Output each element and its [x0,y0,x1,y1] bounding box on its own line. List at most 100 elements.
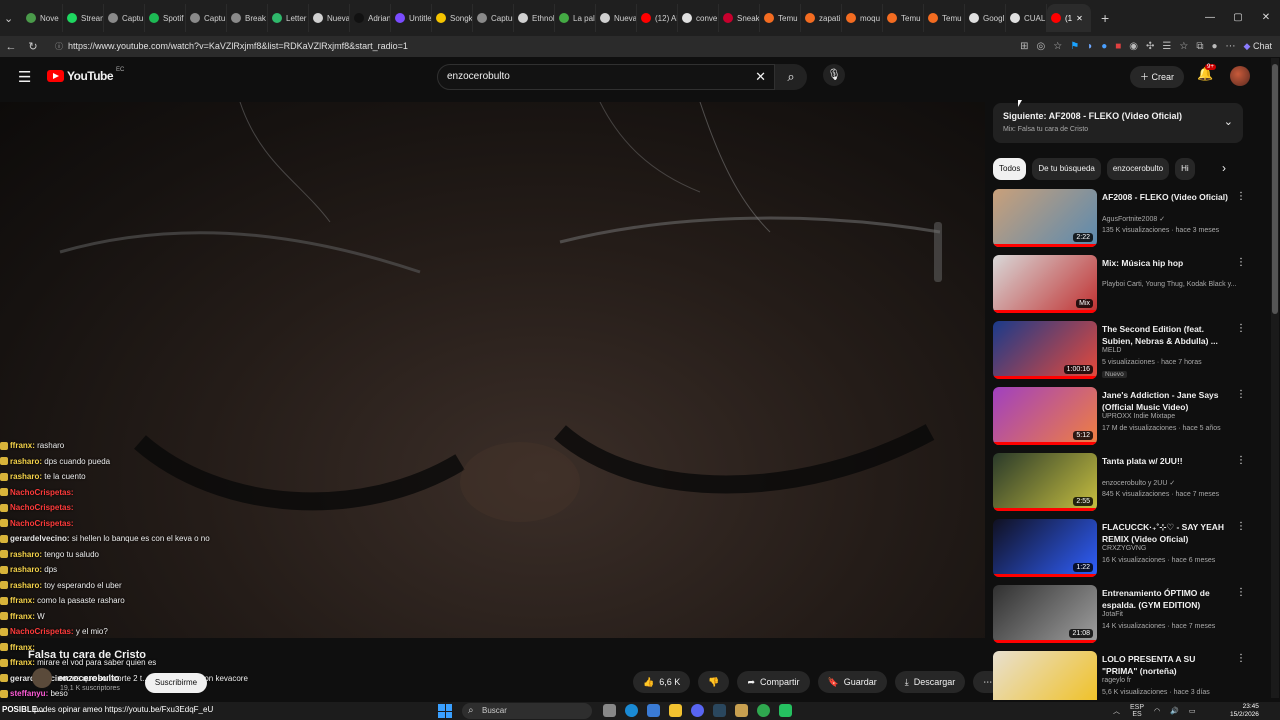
voice-search-button[interactable]: 🎙 [823,64,845,86]
system-clock[interactable]: 23:45 15/2/2026 [1230,703,1259,719]
browser-tab[interactable]: Spotif [145,4,186,32]
browser-tab[interactable]: Nueva [596,4,637,32]
tracking-icon[interactable]: ◎ [1036,41,1045,52]
browser-tab[interactable]: Adrian [350,4,391,32]
like-button[interactable]: 👍 6,6 K [633,671,691,693]
search-input[interactable]: enzocerobulto [447,71,510,82]
subscribe-button[interactable]: Suscribirme [145,673,207,693]
install-app-icon[interactable]: ⊞ [1020,41,1028,52]
file-explorer-icon[interactable] [669,704,682,717]
channel-name[interactable]: enzocerobulto [58,673,120,683]
recommendation-item[interactable]: 2:55 Tanta plata w/ 2UU!! enzocerobulto y … [993,453,1248,519]
favorites-icon[interactable]: ☆ [1179,41,1188,52]
recommendation-item[interactable]: Mix Mix: Música hip hop Playboi Carti, You… [993,255,1248,321]
browser-tab[interactable]: Temu [924,4,965,32]
browser-tab[interactable]: (1 ✕ [1047,4,1091,32]
recommendation-channel[interactable]: JotaFit [1102,611,1123,618]
channel-avatar[interactable] [32,668,52,688]
create-button[interactable]: ＋ Crear [1130,66,1184,88]
close-window-icon[interactable]: ✕ [1252,0,1280,36]
account-avatar-icon[interactable]: ● [1212,41,1218,52]
url-field[interactable]: https://www.youtube.com/watch?v=KaVZlRxj… [52,37,952,56]
more-vertical-icon[interactable]: ⋮ [1236,323,1246,334]
lol-icon[interactable] [735,704,748,717]
browser-tab[interactable]: Nove [22,4,63,32]
scrollbar-thumb[interactable] [1272,64,1278,314]
recommendation-title[interactable]: The Second Edition (feat. Subien, Nebras… [1102,323,1232,347]
up-next-panel[interactable]: Siguiente: AF2008 - FLEKO (Video Oficial… [993,103,1243,143]
video-thumbnail[interactable]: 21:08 [993,585,1097,643]
menu-icon[interactable]: ⋯ [1226,41,1236,52]
edge-icon[interactable] [625,704,638,717]
video-thumbnail[interactable]: 1:00:16 [993,321,1097,379]
video-thumbnail[interactable]: 2:22 [993,189,1097,247]
browser-tab[interactable]: Temu [760,4,801,32]
bookmark-star-icon[interactable]: ☆ [1053,41,1062,52]
chevron-right-icon[interactable]: › [1222,161,1226,175]
save-button[interactable]: 🔖 Guardar [817,671,887,693]
browser-tab[interactable]: Letter [268,4,309,32]
volume-icon[interactable]: 🔊 [1170,707,1179,715]
more-vertical-icon[interactable]: ⋮ [1236,653,1246,664]
recommendation-title[interactable]: AF2008 - FLEKO (Video Oficial) [1102,191,1232,203]
browser-tab[interactable]: Googl [965,4,1006,32]
recommendation-channel[interactable]: UPROXX Indie Mixtape [1102,413,1175,420]
download-button[interactable]: ⤓ Descargar [894,671,966,693]
more-vertical-icon[interactable]: ⋮ [1236,587,1246,598]
browser-tab[interactable]: conve [678,4,719,32]
recommendation-channel[interactable]: rageylo fr [1102,677,1131,684]
browser-tab[interactable]: Untitle [391,4,432,32]
reload-icon[interactable]: ↻ [22,40,44,53]
video-thumbnail[interactable] [993,651,1097,700]
puzzle-icon[interactable]: ✣ [1146,41,1154,52]
browser-tab[interactable]: Sneak [719,4,760,32]
hamburger-menu-icon[interactable]: ☰ [18,68,31,86]
browser-tab[interactable]: Stream [63,4,104,32]
filter-chip[interactable]: De tu búsqueda [1032,158,1101,180]
filter-chip[interactable]: Todos [993,158,1027,180]
minimize-icon[interactable]: — [1196,0,1224,36]
filter-chip[interactable]: enzocerobulto [1106,158,1170,180]
recommendation-title[interactable]: Mix: Música hip hop [1102,257,1232,269]
browser-tab[interactable]: Captu [104,4,145,32]
recommendation-title[interactable]: Jane's Addiction - Jane Says (Official M… [1102,389,1232,413]
filter-chip[interactable]: Hi [1175,158,1195,180]
recommendation-channel[interactable]: enzocerobulto y 2UU ✓ [1102,479,1175,487]
taskbar-search[interactable]: Buscar [462,703,592,719]
recommendation-title[interactable]: Entrenamiento ÓPTIMO de espalda. (GYM ED… [1102,587,1232,611]
more-vertical-icon[interactable]: ⋮ [1236,455,1246,466]
recommendation-item[interactable]: 5:12 Jane's Addiction - Jane Says (Offici… [993,387,1248,453]
browser-tab[interactable]: Temu [883,4,924,32]
recommendation-item[interactable]: 1:22 FLACUCCK·₊˚⊹♡ - SAY YEAH REMIX (Vide… [993,519,1248,585]
share-button[interactable]: ➦ Compartir [737,671,810,693]
video-thumbnail[interactable]: 5:12 [993,387,1097,445]
collections-icon[interactable]: ⧉ [1196,41,1203,52]
more-vertical-icon[interactable]: ⋮ [1236,257,1246,268]
video-thumbnail[interactable]: 2:55 [993,453,1097,511]
extension-icon[interactable]: ⚑ [1070,41,1079,52]
more-vertical-icon[interactable]: ⋮ [1236,389,1246,400]
tab-search-icon[interactable]: ⌄ [4,12,22,25]
recommendation-channel[interactable]: Playboi Carti, Young Thug, Kodak Black y… [1102,281,1236,288]
extension-icon[interactable]: ◉ [1129,41,1138,52]
task-view-icon[interactable] [603,704,616,717]
recommendation-title[interactable]: LOLO PRESENTA A SU "PRIMA" (norteña) [1102,653,1232,677]
profile-icon[interactable]: ☰ [1162,41,1171,52]
recommendation-item[interactable]: 1:00:16 The Second Edition (feat. Subien,… [993,321,1248,387]
video-thumbnail[interactable]: Mix [993,255,1097,313]
battery-icon[interactable]: ▭ [1189,707,1196,715]
recommendation-title[interactable]: Tanta plata w/ 2UU!! [1102,455,1232,467]
browser-tab[interactable]: CUAL [1006,4,1047,32]
copilot-chat-button[interactable]: ◆ Chat [1244,41,1272,52]
app-icon[interactable] [779,704,792,717]
back-icon[interactable]: ← [0,41,22,53]
more-vertical-icon[interactable]: ⋮ [1236,191,1246,202]
browser-tab[interactable]: Break [227,4,268,32]
extension-icon[interactable]: ◗ [1087,41,1093,52]
browser-tab[interactable]: moqu [842,4,883,32]
close-tab-icon[interactable]: ✕ [1076,14,1083,23]
user-avatar[interactable] [1230,66,1250,86]
discord-icon[interactable] [691,704,704,717]
extension-icon[interactable]: ■ [1115,41,1121,52]
new-tab-icon[interactable]: + [1101,10,1109,26]
